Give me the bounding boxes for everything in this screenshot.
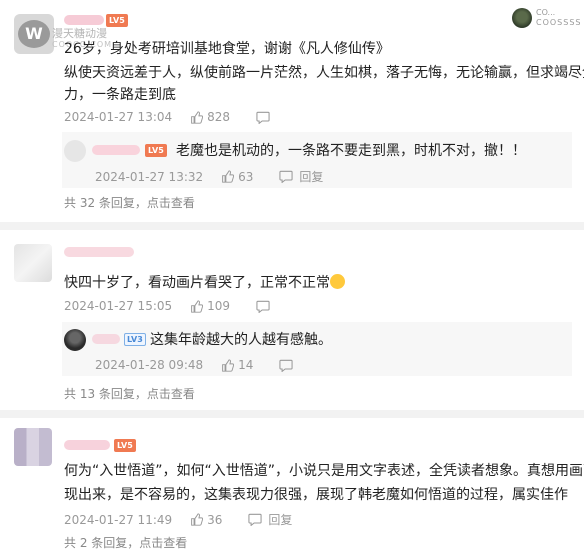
level-badge: LV5 xyxy=(106,14,128,27)
avatar[interactable] xyxy=(64,140,86,162)
like-button[interactable]: 828 xyxy=(190,110,230,124)
emoji-icon xyxy=(330,274,345,289)
comment-text: 力，一条路走到底 xyxy=(64,87,176,103)
username[interactable] xyxy=(64,247,134,257)
reply-text: 这集年龄越大的人越有感触。 xyxy=(150,332,332,348)
thumb-up-icon xyxy=(222,170,235,183)
avatar[interactable]: W xyxy=(14,14,54,54)
divider xyxy=(0,222,584,230)
reply-button[interactable] xyxy=(256,300,276,313)
username[interactable] xyxy=(92,334,120,344)
comment-text: 纵使天资远差于人，纵使前路一片茫然，人生如棋，落子无悔，无论输赢，但求竭尽全 xyxy=(64,65,584,81)
logo-icon: W xyxy=(18,20,50,48)
thumb-up-icon xyxy=(191,110,204,124)
avatar[interactable] xyxy=(14,244,52,282)
username[interactable] xyxy=(64,15,104,25)
comment-icon xyxy=(256,300,270,313)
like-count: 109 xyxy=(207,299,231,313)
username[interactable] xyxy=(92,145,140,155)
comment-icon xyxy=(279,359,294,372)
reply-button[interactable] xyxy=(279,359,299,372)
thumb-up-icon xyxy=(191,513,204,526)
comment-text: 何为“入世悟道”，如何“入世悟道”，小说只是用文字表述，全凭读者想象。真想用画面… xyxy=(64,463,584,479)
like-count: 828 xyxy=(207,110,231,124)
divider xyxy=(0,410,584,418)
reply-button[interactable] xyxy=(256,111,276,124)
thumb-up-icon xyxy=(222,358,235,372)
comment-text-body: 快四十岁了，看动画片看哭了，正常不正常 xyxy=(64,275,330,291)
reply-text: 老魔也是机动的，一条路不要走到黑，时机不对，撤！！ xyxy=(176,143,526,159)
reply-meta: 2024-01-28 09:48 14 xyxy=(95,358,299,372)
user-label: COOSSSS xyxy=(536,18,582,27)
like-button[interactable]: 63 xyxy=(221,170,253,184)
view-replies-link[interactable]: 共 13 条回复，点击查看 xyxy=(64,385,195,402)
view-replies-link[interactable]: 共 32 条回复，点击查看 xyxy=(64,194,195,211)
comment-icon xyxy=(279,170,294,183)
like-count: 63 xyxy=(238,169,254,184)
level-badge: LV3 xyxy=(124,333,146,346)
comment-icon xyxy=(256,111,270,124)
like-button[interactable]: 36 xyxy=(190,513,222,527)
like-button[interactable]: 109 xyxy=(190,299,230,313)
view-replies-link[interactable]: 共 2 条回复，点击查看 xyxy=(64,534,187,551)
timestamp: 2024-01-28 09:48 xyxy=(95,358,204,372)
level-badge: LV5 xyxy=(145,144,167,157)
comment-text: 现出来，是不容易的，这集表现力很强，展现了韩老魔如何悟道的过程，属实佳作 xyxy=(64,487,568,503)
like-count: 36 xyxy=(207,512,223,527)
like-count: 14 xyxy=(238,358,254,372)
comment-meta: 2024-01-27 11:49 36 回复 xyxy=(64,511,292,528)
timestamp: 2024-01-27 13:04 xyxy=(64,110,173,124)
timestamp: 2024-01-27 15:05 xyxy=(64,299,173,313)
comment-icon xyxy=(248,513,263,526)
reply-meta: 2024-01-27 13:32 63 回复 xyxy=(95,168,323,185)
username[interactable] xyxy=(64,440,110,450)
reply-button[interactable]: 回复 xyxy=(248,511,292,528)
timestamp: 2024-01-27 11:49 xyxy=(64,512,173,527)
avatar[interactable] xyxy=(14,428,52,466)
reply-label: 回复 xyxy=(268,513,293,527)
comment-meta: 2024-01-27 13:04 828 xyxy=(64,110,276,124)
reply-button[interactable]: 回复 xyxy=(279,168,323,185)
timestamp: 2024-01-27 13:32 xyxy=(95,169,204,184)
user-label: CO... xyxy=(536,8,556,17)
thumb-up-icon xyxy=(191,299,204,313)
avatar[interactable] xyxy=(64,329,86,351)
level-badge: LV5 xyxy=(114,439,136,452)
avatar[interactable] xyxy=(512,8,532,28)
comment-text: 快四十岁了，看动画片看哭了，正常不正常 xyxy=(64,272,345,294)
reply-label: 回复 xyxy=(299,170,324,184)
comment-text: 26岁，身处考研培训基地食堂，谢谢《凡人修仙传》 xyxy=(64,41,390,57)
comment-meta: 2024-01-27 15:05 109 xyxy=(64,299,276,313)
like-button[interactable]: 14 xyxy=(221,358,253,372)
